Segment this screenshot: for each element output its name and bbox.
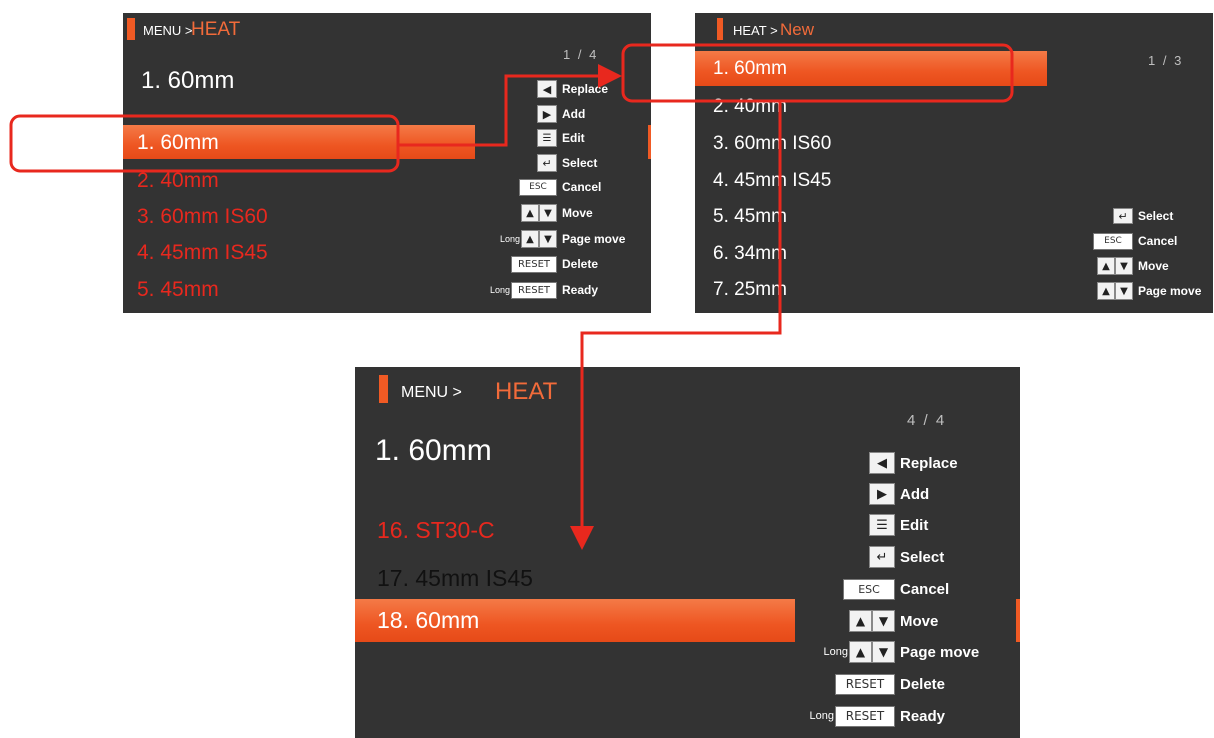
up-arrow-key-icon: ▲: [1097, 282, 1115, 300]
breadcrumb-current: HEAT: [191, 19, 241, 40]
esc-key: ESC: [843, 578, 895, 600]
header-accent-bar: [127, 18, 135, 40]
help-move: ▲ ▼ Move: [849, 609, 977, 633]
page-indicator: 1 / 3: [1148, 53, 1184, 68]
help-ready: Long RESET Ready: [489, 281, 599, 299]
heat-new-screen: HEAT > New 1 / 3 1. 60mm 2. 40mm 3. 60mm…: [695, 13, 1213, 313]
edit-key-icon: ☰: [537, 129, 557, 147]
right-arrow-key-icon: ▶: [869, 483, 895, 505]
breadcrumb-current: HEAT: [495, 378, 558, 405]
list-item[interactable]: 2. 40mm: [713, 96, 787, 118]
up-arrow-key-icon: ▲: [849, 610, 872, 632]
help-select: ↵ Select: [1113, 206, 1206, 226]
list-item[interactable]: 6. 34mm: [713, 243, 787, 265]
help-replace: ◀ Replace: [869, 451, 977, 475]
esc-key: ESC: [1093, 232, 1133, 250]
help-select: ↵ Select: [869, 545, 977, 569]
help-cancel: ESC Cancel: [843, 577, 977, 601]
help-delete: RESET Delete: [835, 672, 977, 696]
scroll-indicator: [648, 125, 651, 159]
page-indicator: 1 / 4: [563, 47, 599, 62]
help-cancel: ESC Cancel: [1093, 231, 1206, 251]
scroll-indicator: [1016, 599, 1020, 642]
list-item[interactable]: 1. 60mm: [137, 131, 219, 155]
help-ready: Long RESET Ready: [809, 705, 946, 727]
breadcrumb-parent: MENU >: [401, 384, 462, 401]
breadcrumb-parent: HEAT >: [733, 23, 778, 38]
up-arrow-key-icon: ▲: [1097, 257, 1115, 275]
help-select: ↵ Select: [537, 153, 618, 173]
up-arrow-key-icon: ▲: [521, 230, 539, 248]
breadcrumb-current: New: [780, 20, 815, 39]
right-arrow-key-icon: ▶: [537, 105, 557, 123]
up-arrow-key-icon: ▲: [521, 204, 539, 222]
down-arrow-key-icon: ▼: [872, 641, 895, 663]
list-item[interactable]: 5. 45mm: [713, 206, 787, 228]
down-arrow-key-icon: ▼: [1115, 257, 1133, 275]
left-arrow-key-icon: ◀: [869, 452, 895, 474]
enter-key-icon: ↵: [537, 154, 557, 172]
heat-menu-screen: MENU > HEAT 1 / 4 1. 60mm 1. 60mm 2. 40m…: [123, 13, 651, 313]
help-edit: ☰ Edit: [869, 513, 977, 537]
list-item[interactable]: 2. 40mm: [137, 169, 219, 193]
list-item[interactable]: 4. 45mm IS45: [713, 170, 831, 192]
page-indicator: 4 / 4: [907, 412, 947, 429]
list-item[interactable]: 5. 45mm: [137, 278, 219, 302]
list-item[interactable]: 1. 60mm: [713, 58, 787, 80]
header-accent-bar: [717, 18, 723, 40]
list-item[interactable]: 3. 60mm IS60: [137, 205, 268, 229]
current-setting-title: 1. 60mm: [375, 434, 492, 467]
help-page-move: Long ▲ ▼ Page move: [824, 640, 1000, 664]
help-page-move: ▲ ▼ Page move: [1097, 281, 1206, 301]
list-item[interactable]: 16. ST30-C: [377, 517, 495, 544]
header-accent-bar: [379, 375, 388, 403]
help-add: ▶ Add: [537, 104, 618, 124]
help-delete: RESET Delete: [511, 254, 618, 274]
list-item[interactable]: 3. 60mm IS60: [713, 133, 831, 155]
list-item[interactable]: 18. 60mm: [377, 607, 479, 634]
help-replace: ◀ Replace: [537, 79, 618, 99]
current-setting-title: 1. 60mm: [141, 67, 235, 94]
reset-key: RESET: [511, 255, 557, 273]
list-item[interactable]: 4. 45mm IS45: [137, 241, 268, 265]
enter-key-icon: ↵: [869, 546, 895, 568]
help-page-move: Long ▲ ▼ Page move: [499, 230, 626, 248]
help-move: ▲ ▼ Move: [1097, 256, 1206, 276]
left-arrow-key-icon: ◀: [537, 80, 557, 98]
up-arrow-key-icon: ▲: [849, 641, 872, 663]
down-arrow-key-icon: ▼: [872, 610, 895, 632]
reset-key: RESET: [835, 705, 895, 727]
list-item[interactable]: 7. 25mm: [713, 279, 787, 301]
reset-key: RESET: [835, 673, 895, 695]
list-item[interactable]: 17. 45mm IS45: [377, 565, 533, 592]
edit-key-icon: ☰: [869, 514, 895, 536]
breadcrumb-parent: MENU >: [143, 23, 193, 38]
help-cancel: ESC Cancel: [519, 177, 618, 197]
help-edit: ☰ Edit: [537, 128, 618, 148]
heat-menu-result-screen: MENU > HEAT 4 / 4 1. 60mm 16. ST30-C 17.…: [355, 367, 1020, 738]
down-arrow-key-icon: ▼: [539, 204, 557, 222]
help-add: ▶ Add: [869, 482, 977, 506]
enter-key-icon: ↵: [1113, 208, 1133, 224]
esc-key: ESC: [519, 178, 557, 196]
help-move: ▲ ▼ Move: [521, 203, 618, 223]
reset-key: RESET: [511, 281, 557, 299]
down-arrow-key-icon: ▼: [539, 230, 557, 248]
down-arrow-key-icon: ▼: [1115, 282, 1133, 300]
